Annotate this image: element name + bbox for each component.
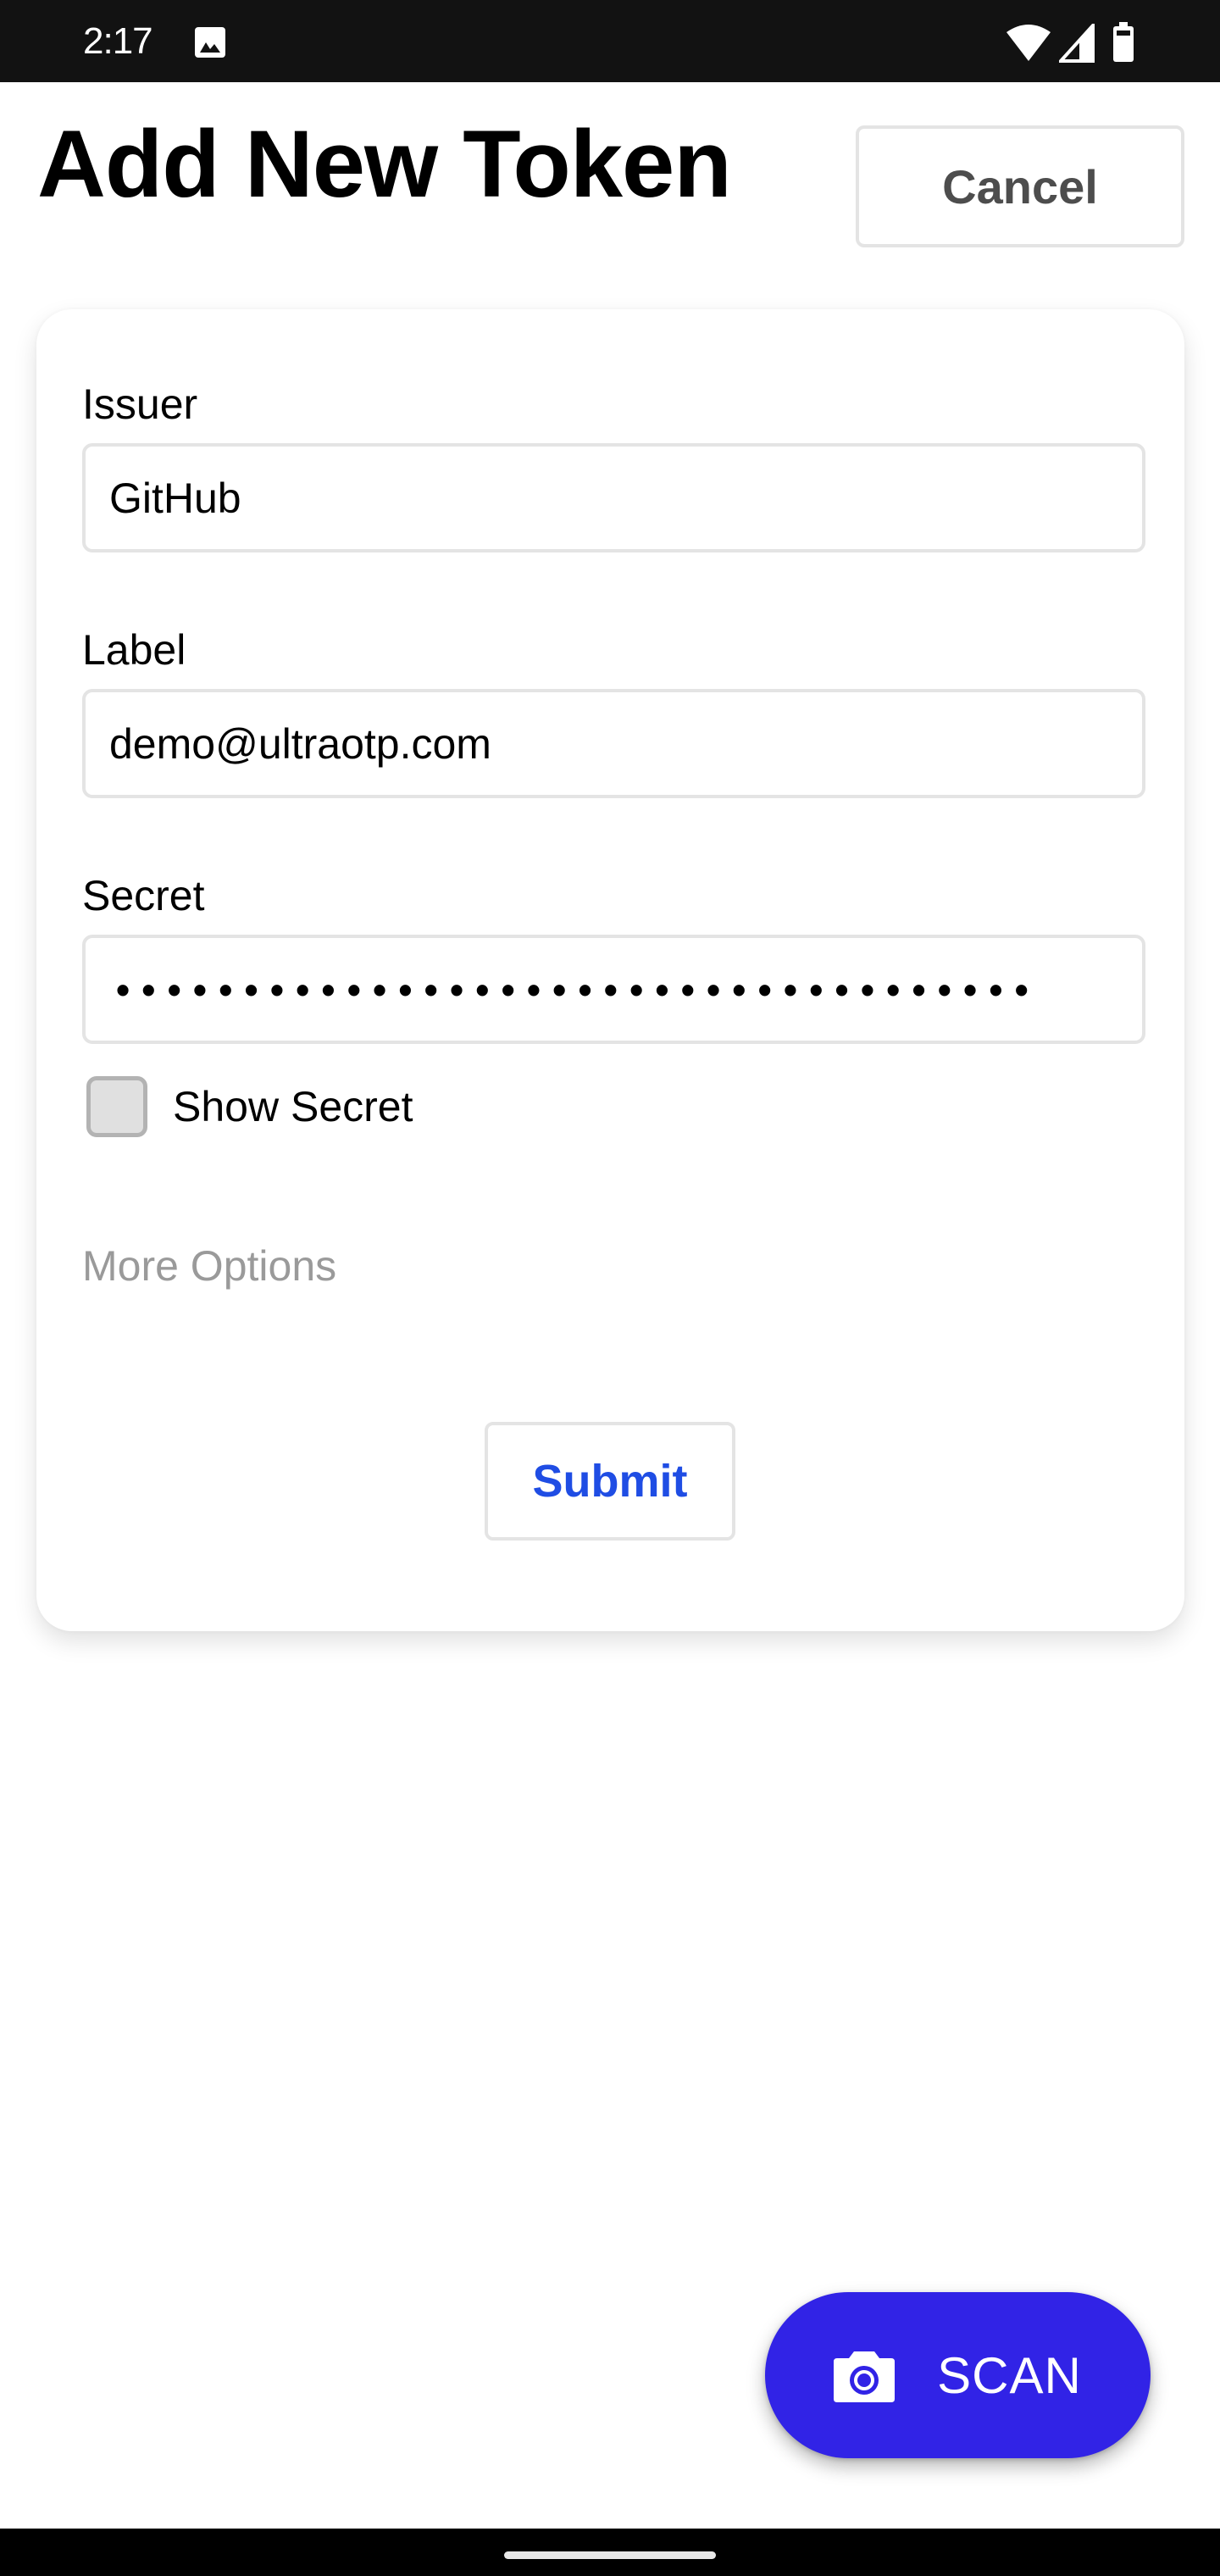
system-nav-bar (0, 2529, 1220, 2576)
secret-input[interactable]: •••••••••••••••••••••••••••••••••••• (82, 935, 1145, 1044)
more-options-link[interactable]: More Options (82, 1241, 336, 1291)
image-notification-icon (195, 27, 225, 58)
cell-signal-icon (1059, 24, 1095, 63)
issuer-label: Issuer (82, 380, 198, 428)
scan-button[interactable]: SCAN (765, 2292, 1151, 2458)
battery-icon (1113, 22, 1134, 62)
secret-label: Secret (82, 872, 205, 919)
submit-button[interactable]: Submit (485, 1422, 735, 1541)
scan-label: SCAN (937, 2346, 1082, 2404)
status-bar: 2:17 (0, 0, 1220, 82)
show-secret-toggle[interactable]: Show Secret (86, 1076, 413, 1137)
show-secret-label: Show Secret (173, 1083, 413, 1130)
issuer-input[interactable] (82, 443, 1145, 552)
camera-icon (834, 2351, 896, 2402)
home-gesture-handle[interactable] (504, 2551, 716, 2559)
wifi-icon (1006, 25, 1051, 61)
token-form-card: Issuer Label Secret ••••••••••••••••••••… (36, 309, 1184, 1631)
page-title: Add New Token (37, 111, 732, 217)
cancel-button[interactable]: Cancel (856, 125, 1184, 247)
label-label: Label (82, 626, 186, 674)
secret-masked-value: •••••••••••••••••••••••••••••••••••• (116, 967, 1040, 1012)
show-secret-checkbox[interactable] (86, 1076, 147, 1137)
label-input[interactable] (82, 689, 1145, 798)
status-time: 2:17 (83, 20, 153, 62)
